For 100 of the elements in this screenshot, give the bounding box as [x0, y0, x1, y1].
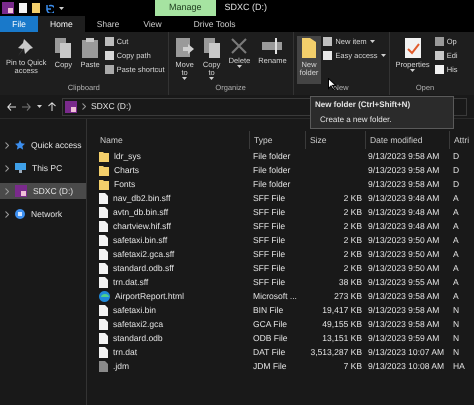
file-icon	[99, 220, 108, 232]
up-icon[interactable]	[48, 102, 56, 111]
ribbon-tab[interactable]: Home	[38, 16, 85, 32]
copy-icon	[202, 37, 221, 59]
chevron-icon	[5, 210, 9, 218]
caret-icon	[182, 77, 188, 80]
table-cell-text: 9/13/2023 9:58 AM	[367, 304, 440, 316]
star-icon	[15, 140, 25, 150]
file-name[interactable]: chartview.hif.sff	[113, 220, 171, 232]
caret-icon	[209, 77, 214, 80]
table-cell-text: 9/13/2023 9:58 AM	[367, 178, 440, 190]
ribbon-tab[interactable]: File	[0, 16, 38, 32]
table-cell: 7 KB	[344, 360, 362, 371]
ribbon-tab[interactable]: Drive Tools	[182, 16, 248, 32]
caret-icon	[236, 65, 242, 68]
table-cell-text: 9/13/2023 9:50 AM	[367, 234, 440, 246]
file-name[interactable]: ldr_sys	[114, 150, 141, 162]
caret-icon	[370, 40, 375, 43]
column-header[interactable]: Attri	[449, 131, 474, 149]
column-header[interactable]: Type	[249, 131, 305, 149]
file-icon	[99, 192, 108, 204]
table-cell-text: N	[452, 346, 460, 358]
ribbon-tab[interactable]: Share	[84, 16, 132, 32]
table-cell-text: SFF File	[252, 206, 286, 218]
table-cell: 2 KB	[344, 262, 362, 273]
file-name[interactable]: .jdm	[113, 360, 130, 372]
table-cell-text: 9/13/2023 9:50 AM	[367, 262, 440, 274]
table-cell-text: SFF File	[252, 248, 286, 260]
folder-icon	[301, 37, 317, 59]
chevron-icon	[82, 103, 86, 110]
file-name[interactable]: Fonts	[114, 178, 136, 190]
file-icon	[99, 234, 108, 246]
table-cell-text: SFF File	[252, 192, 286, 204]
drive-icon	[65, 100, 77, 112]
table-cell-text: A	[452, 276, 460, 288]
monitor-icon	[15, 163, 26, 173]
context-tab[interactable]: Manage	[155, 0, 216, 16]
file-icon	[99, 346, 108, 358]
file-icon	[99, 360, 108, 372]
table-cell: 2 KB	[344, 234, 362, 245]
table-cell-text: 9/13/2023 9:58 AM	[367, 290, 440, 302]
column-header[interactable]: Date modified	[365, 131, 449, 149]
table-cell-text: 9/13/2023 9:55 AM	[367, 276, 440, 288]
table-cell: 13,151 KB	[322, 332, 362, 343]
sidebar-item[interactable]: SDXC (D:)	[0, 183, 86, 199]
file-icon	[99, 304, 108, 316]
table-cell-text: A	[452, 248, 460, 260]
table-cell-text: 9/13/2023 9:50 AM	[367, 248, 440, 260]
table-cell-text: N	[452, 332, 460, 344]
globe-icon	[15, 209, 25, 219]
chevron-icon	[5, 164, 9, 172]
table-cell-text: 9/13/2023 9:58 AM	[367, 318, 440, 330]
file-name[interactable]: Charts	[114, 164, 140, 176]
table-cell-text: 9/13/2023 10:07 AM	[367, 346, 446, 358]
table-cell-text: DAT File	[252, 346, 286, 358]
table-cell-text: A	[452, 192, 460, 204]
file-name[interactable]: nav_db2.bin.sff	[113, 192, 170, 204]
table-cell-text: SFF File	[252, 234, 286, 246]
column-header[interactable]: Name	[95, 131, 249, 149]
browser-icon	[99, 290, 110, 302]
file-name[interactable]: standard.odb	[113, 332, 163, 344]
file-name[interactable]: safetaxi.bin	[113, 304, 156, 316]
table-cell-text: 9/13/2023 9:59 AM	[367, 332, 440, 344]
table-cell-text: N	[452, 318, 460, 330]
folder-icon	[99, 164, 109, 176]
copy-icon	[54, 37, 72, 59]
file-name[interactable]: trn.dat.sff	[113, 276, 148, 288]
back-icon[interactable]	[7, 102, 16, 110]
mouse-cursor-icon	[328, 78, 336, 90]
file-name[interactable]: safetaxi2.gca	[113, 318, 164, 330]
table-cell-text: File folder	[252, 164, 292, 176]
table-cell-text: D	[452, 164, 460, 176]
sidebar-item[interactable]: Quick access	[0, 137, 86, 153]
table-cell: 19,417 KB	[322, 304, 362, 315]
window-title: SDXC (D:)	[224, 1, 268, 14]
sidebar-item[interactable]: This PC	[0, 160, 86, 176]
file-name[interactable]: AirportReport.html	[115, 290, 184, 302]
table-cell: 38 KB	[338, 276, 362, 287]
table-cell-text: HA	[452, 360, 466, 372]
file-name[interactable]: standard.odb.sff	[113, 262, 174, 274]
sidebar-item[interactable]: Network	[0, 206, 86, 222]
table-cell-text: File folder	[252, 178, 292, 190]
ribbon-tab[interactable]: View	[131, 16, 174, 32]
file-name[interactable]: avtn_db.bin.sff	[113, 206, 168, 218]
file-name[interactable]: safetaxi.bin.sff	[113, 234, 168, 246]
table-cell-text: A	[452, 220, 460, 232]
file-name[interactable]: safetaxi2.gca.sff	[113, 248, 174, 260]
table-cell: 2 KB	[344, 248, 362, 259]
column-header[interactable]: Size	[305, 131, 365, 149]
table-cell-text: N	[452, 304, 460, 316]
table-cell: 273 KB	[334, 290, 362, 301]
file-icon	[99, 318, 108, 330]
table-cell-text: BIN File	[252, 304, 284, 316]
forward-icon[interactable]	[22, 102, 31, 110]
file-icon	[99, 206, 108, 218]
table-cell-text: ODB File	[252, 332, 288, 344]
file-name[interactable]: trn.dat	[113, 346, 138, 358]
file-icon	[99, 248, 108, 260]
table-cell-text: A	[452, 290, 460, 302]
file-icon	[99, 262, 108, 274]
